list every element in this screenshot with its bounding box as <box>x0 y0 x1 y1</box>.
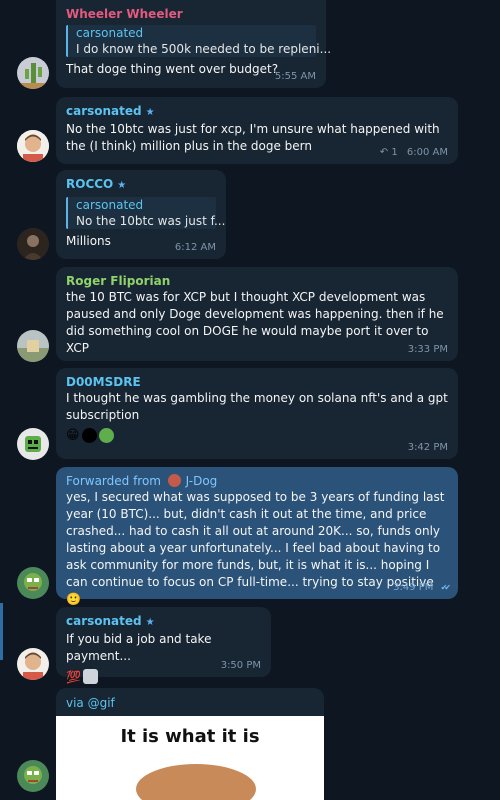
green-face-icon <box>98 428 114 443</box>
bus-icon <box>82 669 98 684</box>
message-bubble[interactable]: carsonated ★ If you bid a job and take pa… <box>56 607 271 684</box>
message-meta: ↶ 1 6:00 AM <box>380 147 448 158</box>
message-text: yes, I secured what was supposed to be 3… <box>66 490 445 606</box>
reply-count: 1 <box>391 147 398 158</box>
emoji-row: 💯 <box>66 669 261 684</box>
pepe-avatar[interactable] <box>17 760 49 792</box>
sender-name[interactable]: carsonated ★ <box>66 103 448 121</box>
cat-image <box>136 764 256 800</box>
sender-name[interactable]: Wheeler Wheeler <box>66 6 316 22</box>
chat-history[interactable]: Wheeler Wheeler carsonated I do know the… <box>0 0 500 800</box>
star-icon: ★ <box>117 180 127 191</box>
reply-sender: carsonated <box>76 26 144 40</box>
sender-name[interactable]: carsonated ★ <box>66 613 261 631</box>
star-icon: ★ <box>145 107 155 118</box>
sender-name-text: carsonated <box>66 614 142 628</box>
reply-sender: carsonated <box>76 198 144 212</box>
message-time: 6:00 AM <box>406 147 448 158</box>
gif-caption: It is what it is <box>120 726 260 747</box>
emoji-row: 😁 <box>66 428 448 443</box>
forwarded-message-bubble[interactable]: Forwarded from J-Dog yes, I secured what… <box>56 467 458 606</box>
pepe-avatar[interactable] <box>17 567 49 599</box>
sender-name[interactable]: ROCCO ★ <box>66 176 216 194</box>
sender-name-text: ROCCO <box>66 177 114 191</box>
gif-message[interactable]: via @gif It is what it is <box>56 688 324 800</box>
reply-text: I do know the 500k needed to be repleni.… <box>76 42 332 56</box>
message-text: I thought he was gambling the money on s… <box>66 391 448 422</box>
message-bubble[interactable]: Roger Fliporian the 10 BTC was for XCP b… <box>56 267 458 361</box>
gif-preview[interactable]: It is what it is <box>56 716 324 800</box>
double-check-icon: ✔✔ <box>440 583 452 592</box>
reply-preview[interactable]: carsonated I do know the 500k needed to … <box>66 25 332 57</box>
message-meta: 3:49 PM ✔✔ <box>393 582 452 593</box>
message-time: 3:33 PM <box>407 344 448 355</box>
dark-figure-avatar[interactable] <box>17 228 49 260</box>
message-time: 3:49 PM <box>393 582 434 593</box>
person-avatar[interactable] <box>17 130 49 162</box>
star-icon: ★ <box>145 617 155 628</box>
selection-indicator <box>0 603 3 660</box>
message-time: 6:12 AM <box>174 242 216 253</box>
message-time: 3:50 PM <box>220 660 261 671</box>
message-bubble[interactable]: carsonated ★ No the 10btc was just for xc… <box>56 97 458 164</box>
message-bubble[interactable]: Wheeler Wheeler carsonated I do know the… <box>56 0 332 88</box>
sender-name[interactable]: Roger Fliporian <box>66 273 448 289</box>
sender-name-text: carsonated <box>66 104 142 118</box>
reply-arrow-icon[interactable]: ↶ <box>380 147 388 158</box>
message-text: the 10 BTC was for XCP but I thought XCP… <box>66 290 444 355</box>
sender-name[interactable]: D00MSDRE <box>66 374 448 390</box>
forward-label: Forwarded from <box>66 474 161 488</box>
grin-emoji-icon: 😁 <box>66 428 80 443</box>
message-time: 3:42 PM <box>407 442 448 453</box>
person-avatar[interactable] <box>17 648 49 680</box>
message-bubble[interactable]: D00MSDRE I thought he was gambling the m… <box>56 368 458 459</box>
forward-header[interactable]: Forwarded from J-Dog <box>66 473 448 489</box>
cactus-avatar[interactable] <box>17 57 49 89</box>
green-robot-avatar[interactable] <box>17 428 49 460</box>
message-bubble[interactable]: ROCCO ★ carsonated No the 10btc was just … <box>56 170 226 259</box>
via-bot-label[interactable]: via @gif <box>56 688 324 718</box>
black-circle-icon <box>81 428 97 443</box>
reply-text: No the 10btc was just f... <box>76 214 226 228</box>
hundred-emoji-icon: 💯 <box>66 669 81 684</box>
landscape-avatar[interactable] <box>17 330 49 362</box>
jdog-mini-avatar[interactable] <box>167 474 181 487</box>
message-time: 5:55 AM <box>274 71 316 82</box>
reply-preview[interactable]: carsonated No the 10btc was just f... <box>66 197 226 229</box>
forward-from-name[interactable]: J-Dog <box>186 474 218 488</box>
